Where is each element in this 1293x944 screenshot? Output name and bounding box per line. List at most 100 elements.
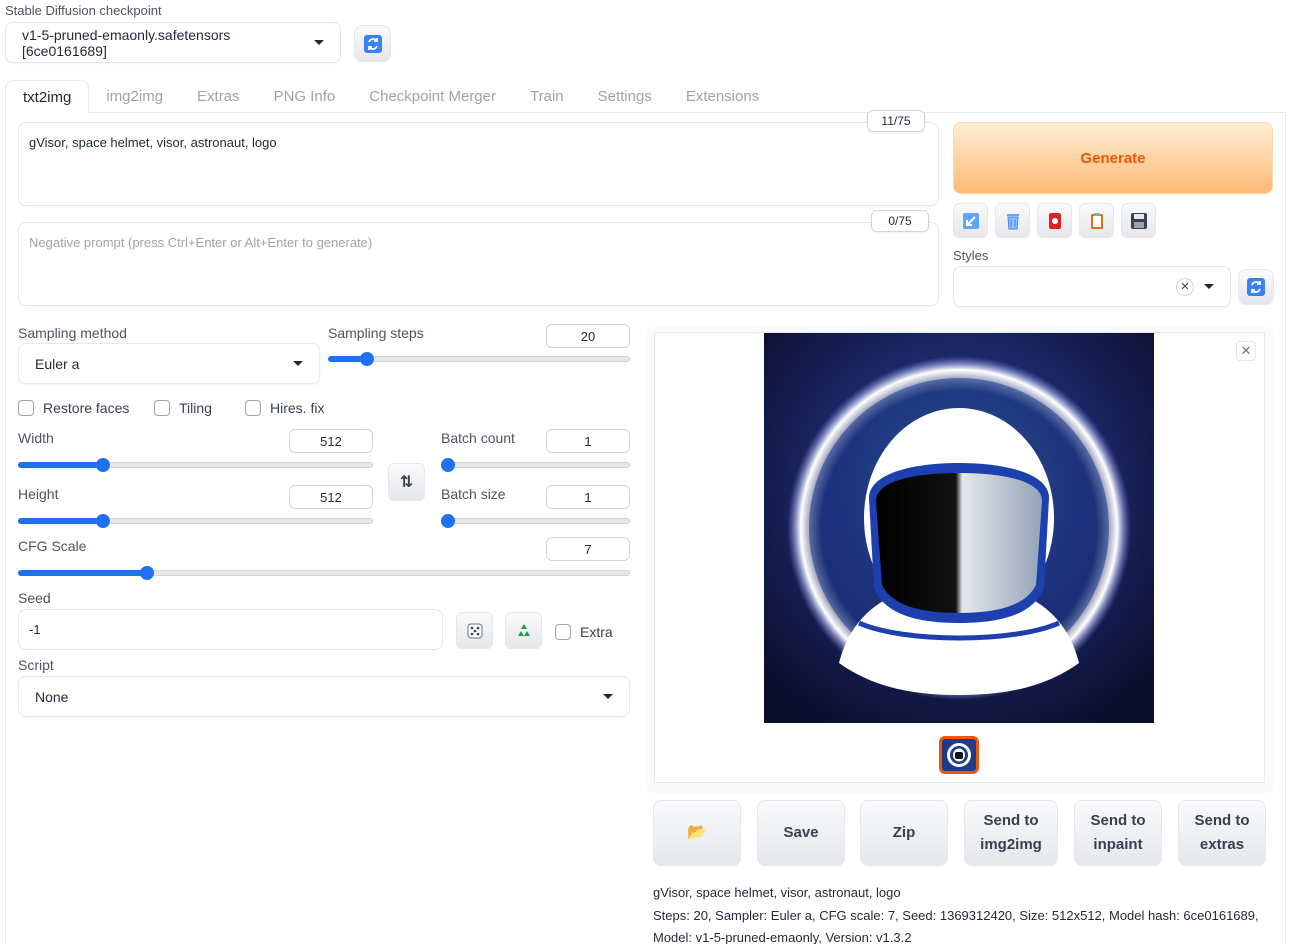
recycle-icon <box>517 623 530 636</box>
tab-txt2img[interactable]: txt2img <box>5 80 90 113</box>
apply-style-button[interactable] <box>1079 203 1114 238</box>
tiling-label: Tiling <box>179 400 212 416</box>
clear-styles-icon[interactable]: ✕ <box>1176 277 1194 296</box>
negative-prompt-input[interactable]: Negative prompt (press Ctrl+Enter or Alt… <box>18 222 939 306</box>
tab-png-info[interactable]: PNG Info <box>257 80 353 113</box>
sampling-method-dropdown[interactable]: Euler a <box>18 343 320 384</box>
checkpoint-label: Stable Diffusion checkpoint <box>5 3 162 18</box>
tab-settings[interactable]: Settings <box>581 80 669 113</box>
clear-prompt-button[interactable] <box>995 203 1030 238</box>
script-dropdown[interactable]: None <box>18 676 630 717</box>
script-label: Script <box>18 657 54 673</box>
prompt-text: gVisor, space helmet, visor, astronaut, … <box>29 135 277 150</box>
send-to-inpaint-line1: Send to <box>1090 812 1146 829</box>
slider-thumb[interactable] <box>360 352 375 366</box>
show-extra-networks-button[interactable] <box>1037 203 1072 238</box>
random-seed-button[interactable] <box>456 612 493 649</box>
send-to-extras-line2: extras <box>1199 836 1245 853</box>
sampling-steps-label: Sampling steps <box>328 325 424 341</box>
batch-size-input[interactable]: 1 <box>546 485 630 509</box>
send-to-img2img-line1: Send to <box>983 812 1039 829</box>
slider-thumb[interactable] <box>441 458 455 472</box>
gallery-thumbnail[interactable] <box>939 736 979 774</box>
send-to-img2img-button[interactable]: Send to img2img <box>964 800 1058 866</box>
generate-button[interactable]: Generate <box>953 122 1273 194</box>
negative-prompt-token-counter: 0/75 <box>871 210 929 232</box>
generation-info-params: Steps: 20, Sampler: Euler a, CFG scale: … <box>653 908 1259 923</box>
chevron-down-icon <box>603 694 613 699</box>
slider-thumb[interactable] <box>96 458 111 472</box>
tab-checkpoint-merger[interactable]: Checkpoint Merger <box>352 80 513 113</box>
read-params-button[interactable] <box>953 203 988 238</box>
hires-fix-checkbox[interactable]: Hires. fix <box>245 400 324 416</box>
extra-seed-label: Extra <box>580 624 613 640</box>
reuse-seed-button[interactable] <box>505 612 542 649</box>
script-value: None <box>35 688 69 705</box>
slider-thumb[interactable] <box>139 566 154 580</box>
refresh-icon <box>363 34 382 53</box>
width-input[interactable]: 512 <box>289 429 373 453</box>
generation-info-prompt: gVisor, space helmet, visor, astronaut, … <box>653 885 901 900</box>
generation-info-model: Model: v1-5-pruned-emaonly, Version: v1.… <box>653 930 912 944</box>
slider-thumb[interactable] <box>441 514 455 528</box>
hires-fix-label: Hires. fix <box>270 400 325 416</box>
tab-img2img[interactable]: img2img <box>89 80 180 113</box>
clipboard-icon <box>1090 212 1103 229</box>
seed-label: Seed <box>18 590 51 606</box>
styles-label: Styles <box>953 248 989 263</box>
open-folder-button[interactable]: 📂 <box>653 800 741 866</box>
chevron-down-icon <box>1204 284 1214 289</box>
cfg-scale-slider[interactable] <box>18 561 630 585</box>
checkbox-box[interactable] <box>245 400 261 416</box>
tab-train[interactable]: Train <box>513 80 581 113</box>
prompt-input[interactable]: gVisor, space helmet, visor, astronaut, … <box>18 122 939 206</box>
send-to-inpaint-line2: inpaint <box>1093 836 1143 853</box>
width-label: Width <box>18 430 54 446</box>
sampling-method-label: Sampling method <box>18 325 127 341</box>
save-style-button[interactable] <box>1121 203 1156 238</box>
send-to-inpaint-button[interactable]: Send to inpaint <box>1074 800 1162 866</box>
restore-faces-label: Restore faces <box>43 400 130 416</box>
styles-dropdown[interactable]: ✕ <box>953 266 1231 307</box>
arrow-icon <box>962 212 979 229</box>
batch-count-slider[interactable] <box>441 453 630 477</box>
sampling-steps-slider[interactable] <box>328 347 630 371</box>
send-to-extras-line1: Send to <box>1194 812 1250 829</box>
sampling-steps-input[interactable]: 20 <box>546 324 630 348</box>
folder-icon: 📂 <box>687 824 707 841</box>
slider-thumb[interactable] <box>96 514 111 528</box>
height-label: Height <box>18 486 59 502</box>
checkpoint-value: v1-5-pruned-emaonly.safetensors [6ce0161… <box>22 26 231 59</box>
close-icon: ✕ <box>1240 343 1252 358</box>
width-slider[interactable] <box>18 453 373 477</box>
checkbox-box[interactable] <box>555 624 571 640</box>
checkbox-box[interactable] <box>18 400 34 416</box>
refresh-checkpoint-button[interactable] <box>354 25 391 62</box>
send-to-extras-button[interactable]: Send to extras <box>1178 800 1266 866</box>
checkbox-box[interactable] <box>154 400 170 416</box>
tiling-checkbox[interactable]: Tiling <box>154 400 212 416</box>
swap-dimensions-button[interactable]: ⇅ <box>388 463 425 501</box>
checkpoint-dropdown[interactable]: v1-5-pruned-emaonly.safetensors [6ce0161… <box>5 22 341 63</box>
batch-size-slider[interactable] <box>441 509 630 533</box>
batch-size-label: Batch size <box>441 486 506 502</box>
extra-seed-checkbox[interactable]: Extra <box>555 624 613 640</box>
close-preview-button[interactable]: ✕ <box>1236 341 1256 361</box>
batch-count-label: Batch count <box>441 430 515 446</box>
chevron-down-icon <box>314 40 324 45</box>
zip-button[interactable]: Zip <box>860 800 948 866</box>
cfg-scale-input[interactable]: 7 <box>546 537 630 561</box>
height-slider[interactable] <box>18 509 373 533</box>
tab-extensions[interactable]: Extensions <box>669 80 776 113</box>
prompt-token-counter: 11/75 <box>867 110 925 132</box>
tab-extras[interactable]: Extras <box>180 80 257 113</box>
restore-faces-checkbox[interactable]: Restore faces <box>18 400 129 416</box>
batch-count-input[interactable]: 1 <box>546 429 630 453</box>
refresh-styles-button[interactable] <box>1238 269 1274 305</box>
save-button[interactable]: Save <box>757 800 845 866</box>
seed-input[interactable]: -1 <box>18 609 443 650</box>
tab-bar: txt2img img2img Extras PNG Info Checkpoi… <box>5 80 1286 113</box>
seed-value: -1 <box>29 622 41 637</box>
height-input[interactable]: 512 <box>289 485 373 509</box>
generated-image[interactable] <box>764 333 1154 723</box>
